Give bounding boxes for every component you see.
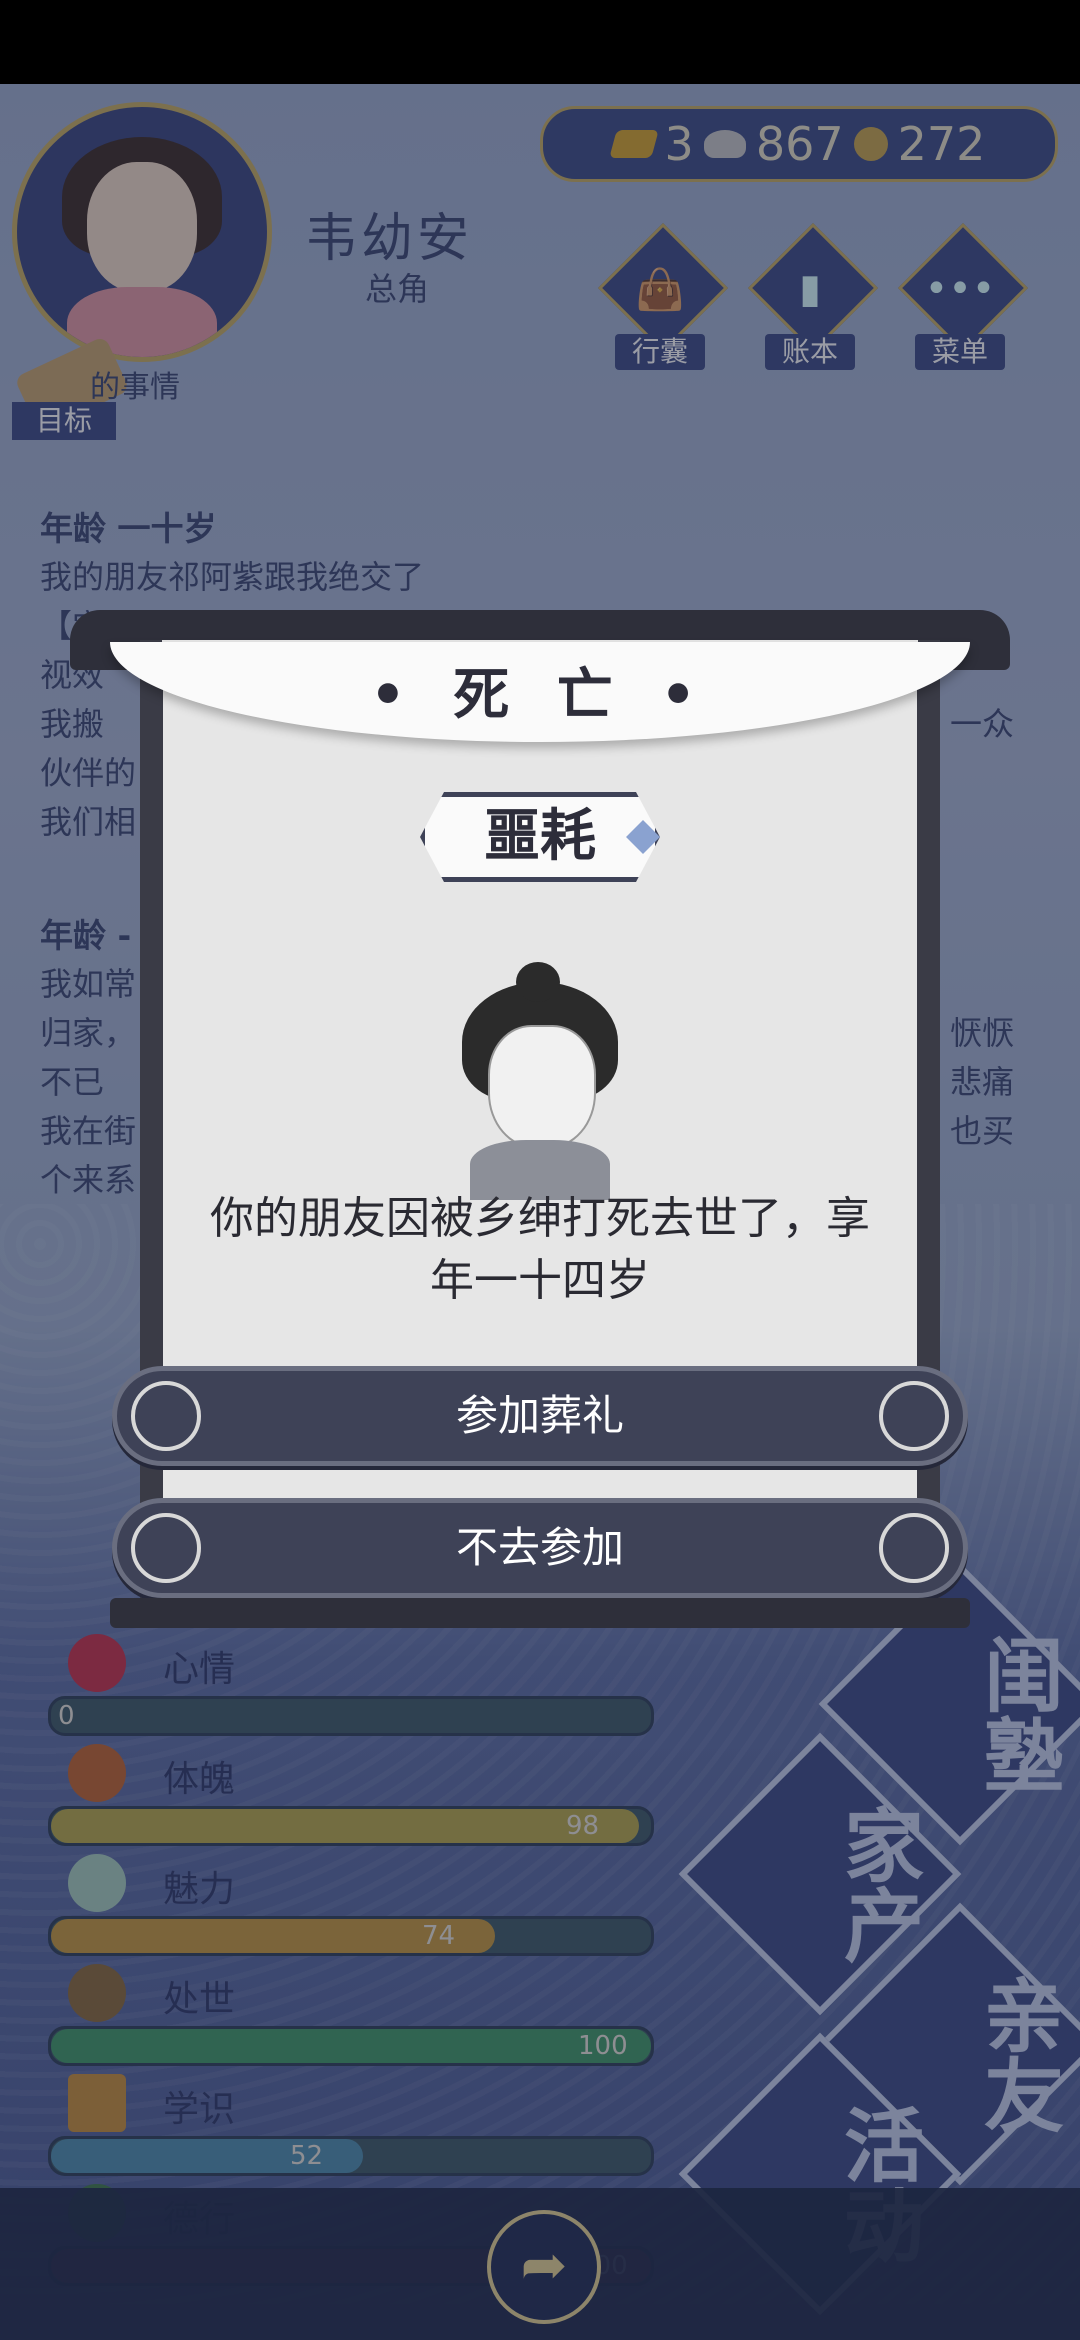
death-message: 你的朋友因被乡绅打死去世了，享年一十四岁 <box>210 1193 870 1306</box>
dialog-title: • 死 亡 • <box>369 663 711 728</box>
friend-portrait <box>450 962 630 1200</box>
attend-funeral-label: 参加葬礼 <box>455 1391 624 1440</box>
news-tag: 噩耗 <box>420 792 660 882</box>
skip-funeral-label: 不去参加 <box>455 1523 624 1572</box>
cloud-ornament-icon <box>131 1381 201 1451</box>
skip-funeral-button[interactable]: 不去参加 <box>112 1498 968 1598</box>
scroll-bottom-rod <box>110 1598 970 1628</box>
cloud-ornament-icon <box>131 1513 201 1583</box>
cloud-ornament-icon <box>879 1513 949 1583</box>
attend-funeral-button[interactable]: 参加葬礼 <box>112 1366 968 1466</box>
cloud-ornament-icon <box>879 1381 949 1451</box>
